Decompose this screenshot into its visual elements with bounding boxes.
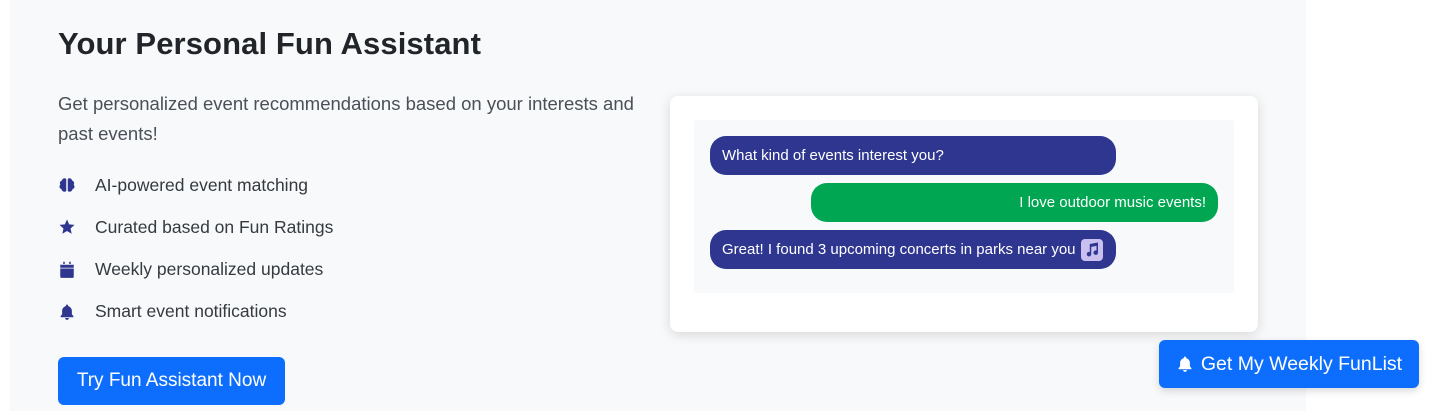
star-icon <box>58 218 76 236</box>
feature-item-ai-matching: AI-powered event matching <box>58 170 333 200</box>
chat-window: What kind of events interest you? I love… <box>694 120 1234 293</box>
try-fun-assistant-button[interactable]: Try Fun Assistant Now <box>58 357 285 405</box>
feature-label: Curated based on Fun Ratings <box>95 216 334 237</box>
feature-item-curated: Curated based on Fun Ratings <box>58 212 333 242</box>
fun-assistant-section: Your Personal Fun Assistant Get personal… <box>10 0 1306 411</box>
feature-label: Weekly personalized updates <box>95 259 324 280</box>
musical-notes-icon <box>1080 238 1103 261</box>
message-text: What kind of events interest you? <box>722 147 944 164</box>
feature-label: Smart event notifications <box>95 301 287 322</box>
assistant-message: Great! I found 3 upcoming concerts in pa… <box>710 230 1116 269</box>
message-text: I love outdoor music events! <box>1019 194 1206 211</box>
bell-icon <box>58 303 76 321</box>
chat-preview-card: What kind of events interest you? I love… <box>670 96 1258 332</box>
feature-label: AI-powered event matching <box>95 174 309 195</box>
feature-list: AI-powered event matching Curated based … <box>58 170 333 339</box>
message-text: Great! I found 3 upcoming concerts in pa… <box>722 241 1076 258</box>
weekly-funlist-label: Get My Weekly FunList <box>1200 352 1403 375</box>
feature-item-weekly-updates: Weekly personalized updates <box>58 255 333 285</box>
feature-item-notifications: Smart event notifications <box>58 297 333 327</box>
calendar-icon <box>58 261 76 279</box>
assistant-message: What kind of events interest you? <box>710 136 1116 175</box>
bell-icon <box>1176 355 1194 373</box>
section-lead: Get personalized event recommendations b… <box>58 93 634 144</box>
weekly-funlist-button[interactable]: Get My Weekly FunList <box>1159 340 1419 388</box>
user-message: I love outdoor music events! <box>811 183 1218 222</box>
brain-icon <box>58 176 76 194</box>
section-title: Your Personal Fun Assistant <box>58 26 482 61</box>
